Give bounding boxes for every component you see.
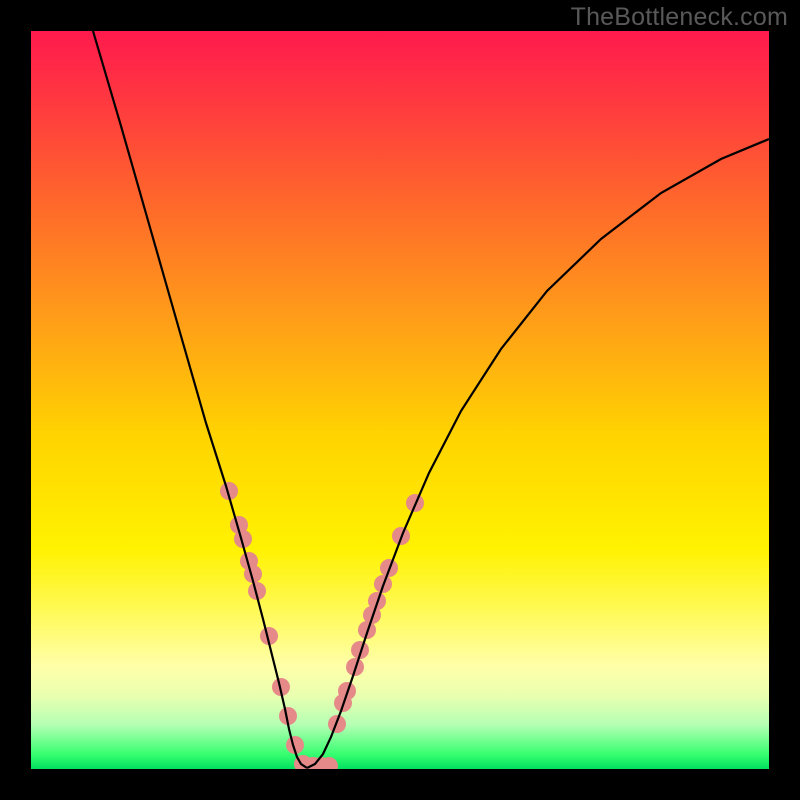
marker-group (220, 482, 424, 769)
curve-right (307, 139, 769, 768)
curve-left (93, 31, 307, 768)
chart-svg (31, 31, 769, 769)
plot-area (31, 31, 769, 769)
watermark-text: TheBottleneck.com (571, 3, 788, 32)
chart-frame: TheBottleneck.com (0, 0, 800, 800)
